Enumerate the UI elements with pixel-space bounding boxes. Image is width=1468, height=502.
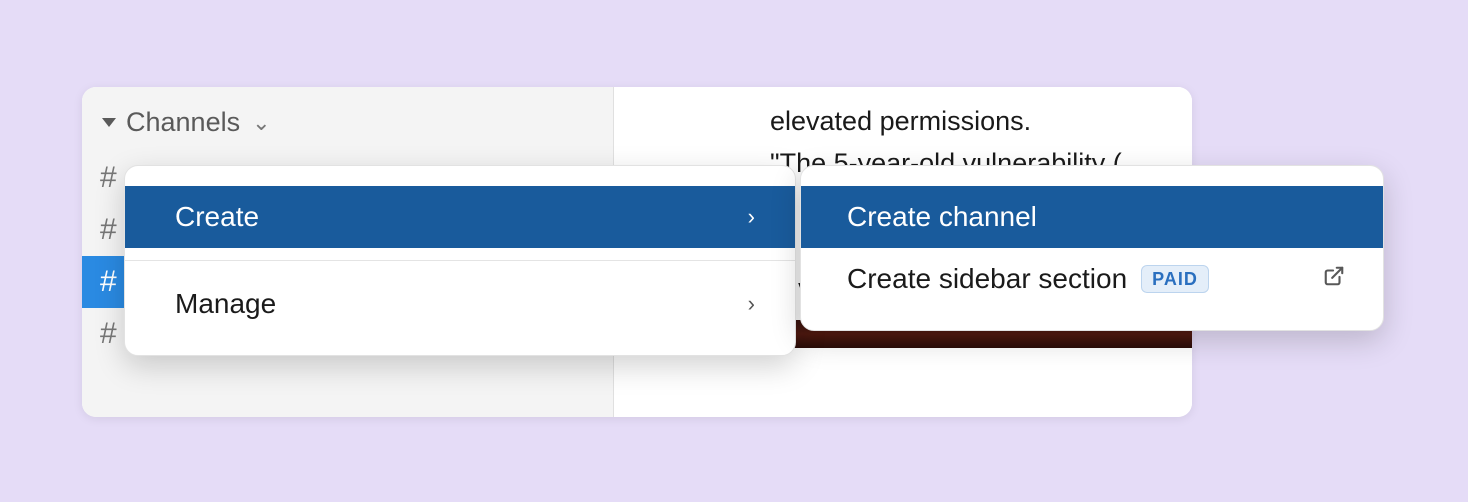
submenu-item-create-sidebar-section[interactable]: Create sidebar section PAID (801, 248, 1383, 310)
chevron-right-icon: › (748, 291, 755, 317)
submenu-item-label: Create sidebar section (847, 263, 1127, 295)
menu-divider (125, 260, 795, 261)
chevron-right-icon: › (748, 204, 755, 230)
submenu-item-create-channel[interactable]: Create channel (801, 186, 1383, 248)
hash-icon: # (100, 161, 126, 195)
hash-icon: # (100, 213, 126, 247)
submenu-item-label: Create channel (847, 201, 1037, 233)
channels-section-label: Channels (126, 107, 240, 138)
menu-item-label: Create (175, 201, 259, 233)
channels-section-header[interactable]: Channels ⌄ (82, 101, 613, 152)
channels-context-menu: Create › Manage › (124, 165, 796, 356)
hash-icon: # (100, 265, 126, 299)
message-line: elevated permissions. (632, 101, 1174, 143)
menu-item-create[interactable]: Create › (125, 186, 795, 248)
caret-down-icon (102, 118, 116, 127)
paid-badge: PAID (1141, 265, 1209, 293)
hash-icon: # (100, 317, 126, 351)
external-link-icon (1323, 265, 1345, 294)
menu-item-label: Manage (175, 288, 276, 320)
chevron-down-icon: ⌄ (252, 110, 270, 136)
menu-item-manage[interactable]: Manage › (125, 273, 795, 335)
create-submenu: Create channel Create sidebar section PA… (800, 165, 1384, 331)
